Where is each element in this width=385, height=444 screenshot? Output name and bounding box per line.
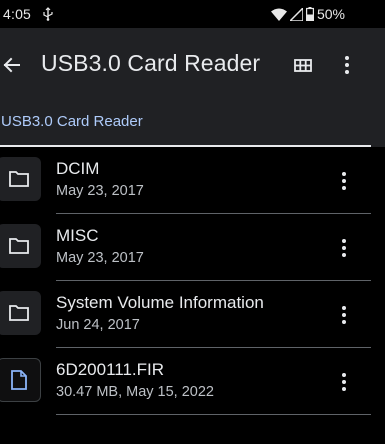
- list-item-dcim[interactable]: DCIM May 23, 2017: [0, 147, 385, 214]
- file-name: DCIM: [56, 159, 100, 178]
- divider: [56, 414, 371, 415]
- cell-signal-icon: [289, 7, 303, 21]
- battery-icon: [305, 7, 314, 21]
- more-vert-icon: [342, 306, 346, 324]
- item-more-button[interactable]: [333, 235, 355, 261]
- app-bar: USB3.0 Card Reader: [0, 28, 385, 102]
- more-vert-icon[interactable]: [336, 52, 358, 78]
- file-icon-box: [0, 358, 41, 402]
- more-vert-icon: [342, 373, 346, 391]
- grid-view-icon[interactable]: [290, 53, 316, 77]
- status-bar: 4:05 50%: [0, 0, 385, 28]
- item-more-button[interactable]: [333, 369, 355, 395]
- folder-icon: [9, 305, 29, 321]
- wifi-icon: [270, 8, 287, 21]
- status-time: 4:05: [3, 6, 32, 22]
- page-title: USB3.0 Card Reader: [41, 50, 261, 76]
- folder-icon: [9, 171, 29, 187]
- item-more-button[interactable]: [333, 302, 355, 328]
- folder-icon: [9, 238, 29, 254]
- item-more-button[interactable]: [333, 168, 355, 194]
- folder-icon-box: [0, 157, 41, 201]
- more-vert-icon: [342, 239, 346, 257]
- folder-icon-box: [0, 224, 41, 268]
- file-name: MISC: [56, 226, 99, 245]
- list-item-system-volume-information[interactable]: System Volume Information Jun 24, 2017: [0, 281, 385, 348]
- battery-percent: 50%: [316, 6, 345, 22]
- file-meta: May 23, 2017: [56, 250, 144, 266]
- usb-icon: [43, 7, 53, 21]
- breadcrumb: USB3.0 Card Reader: [0, 102, 385, 147]
- file-name: 6D200111.FIR: [56, 360, 165, 379]
- list-item-misc[interactable]: MISC May 23, 2017: [0, 214, 385, 281]
- file-meta: May 23, 2017: [56, 183, 144, 199]
- list-item-6d200111-fir[interactable]: 6D200111.FIR 30.47 MB, May 15, 2022: [0, 348, 385, 415]
- back-arrow-icon[interactable]: [0, 52, 26, 78]
- file-meta: 30.47 MB, May 15, 2022: [56, 384, 214, 400]
- file-name: System Volume Information: [56, 293, 264, 312]
- file-meta: Jun 24, 2017: [56, 317, 140, 333]
- status-icons: 50%: [270, 6, 345, 22]
- more-vert-icon: [342, 172, 346, 190]
- breadcrumb-item-root[interactable]: USB3.0 Card Reader: [1, 113, 143, 130]
- folder-icon-box: [0, 291, 41, 335]
- file-icon: [11, 370, 27, 390]
